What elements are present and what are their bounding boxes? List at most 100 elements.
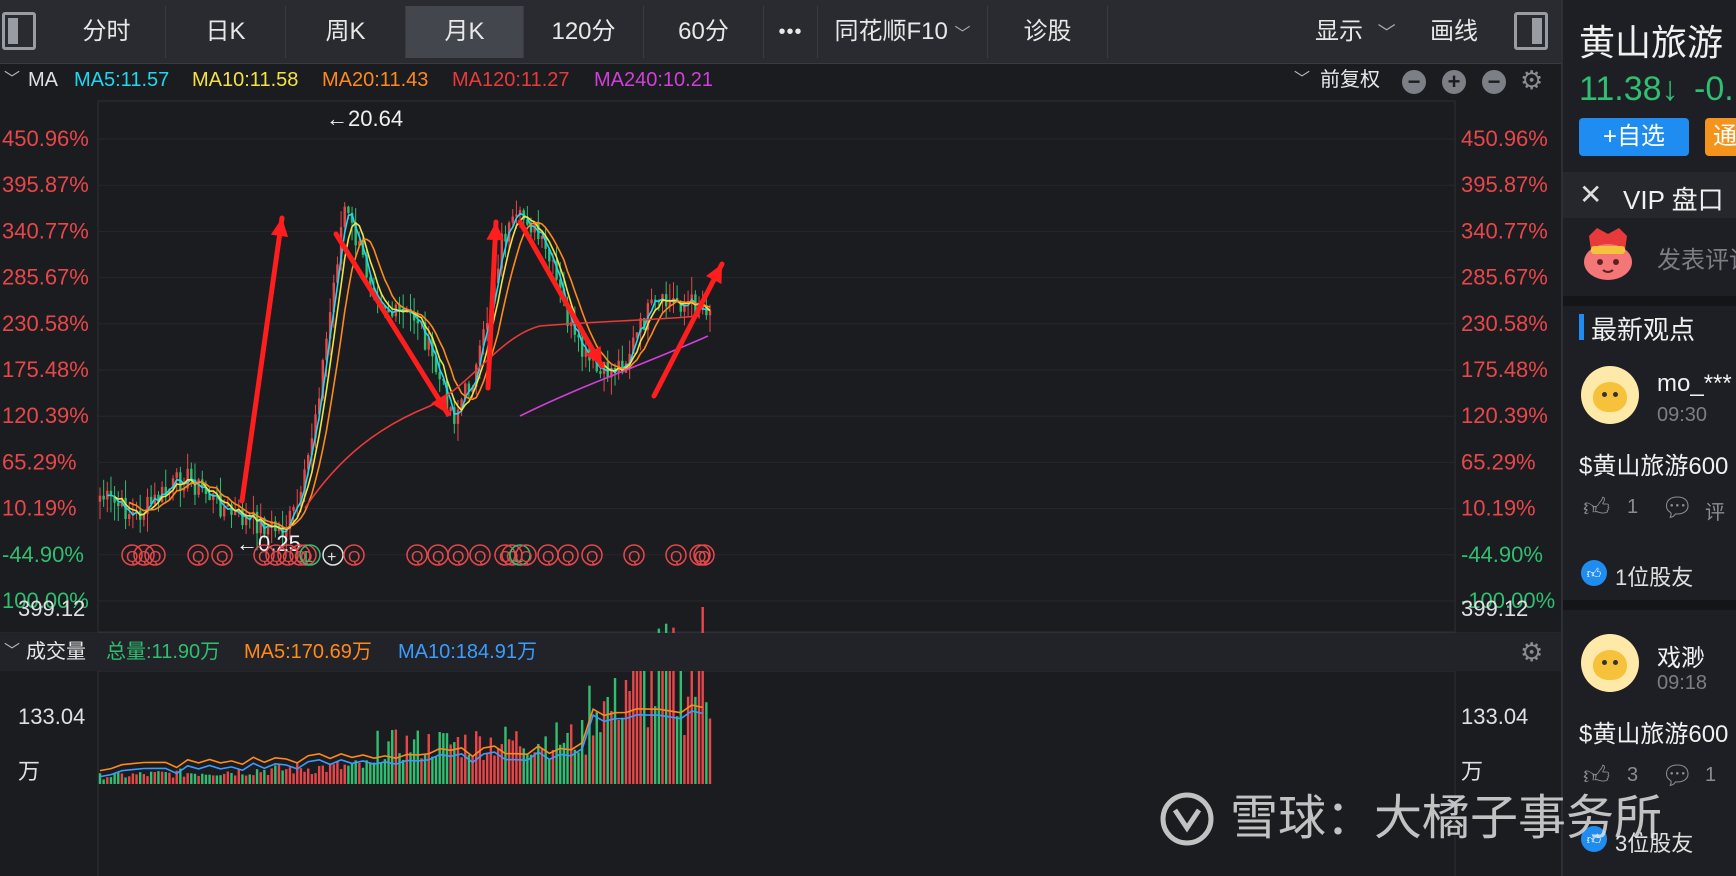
volume-ma5: MA5:170.69万 — [244, 641, 372, 663]
candle-body — [117, 502, 120, 507]
comment-icon[interactable]: 💬︎ — [1661, 492, 1694, 523]
volume-bar — [621, 717, 624, 784]
tab-120min[interactable]: 120分 — [524, 6, 644, 58]
avatar[interactable] — [1581, 366, 1639, 424]
y-tick-label-right: 230.58% — [1461, 311, 1548, 336]
display-dropdown[interactable]: 显示 ﹀ — [1315, 6, 1396, 58]
remove-indicator-icon[interactable]: − — [1482, 70, 1506, 94]
volume-bar — [708, 718, 712, 784]
toggle-left-panel-icon[interactable] — [2, 12, 36, 50]
collapse-chevron-icon[interactable]: ﹀ — [4, 64, 20, 96]
volume-bar — [277, 763, 281, 784]
volume-bar — [705, 702, 708, 784]
volume-bar — [515, 731, 518, 784]
tab-monthly-k[interactable]: 月K — [406, 6, 524, 58]
tab-daily-k[interactable]: 日K — [166, 6, 286, 58]
event-marker-label: Q — [270, 549, 282, 566]
volume-title[interactable]: 成交量 — [26, 633, 86, 671]
volume-bar — [124, 777, 127, 784]
volume-bar — [511, 740, 514, 784]
thumbs-up-icon: 👍︎ — [1581, 560, 1607, 586]
close-icon[interactable]: ✕ — [1579, 178, 1602, 211]
volume-y-tick-right: 399.12 — [1461, 596, 1528, 621]
price-value: 11.38↓ — [1579, 70, 1679, 108]
volume-bar — [650, 652, 653, 784]
volume-bar — [504, 726, 507, 784]
post-username[interactable]: mo_*** — [1657, 370, 1732, 398]
volume-bar — [471, 755, 474, 784]
post-text[interactable]: $黄山旅游600 — [1579, 714, 1728, 749]
diagnose-button[interactable]: 诊股 — [988, 6, 1108, 58]
add-watchlist-button[interactable]: +自选 — [1579, 118, 1689, 156]
post-username[interactable]: 戏渺 — [1657, 638, 1705, 673]
volume-bar — [204, 774, 208, 784]
comment-input[interactable]: 发表评论 — [1657, 240, 1736, 275]
volume-bar — [613, 678, 617, 784]
volume-bar — [350, 762, 354, 784]
volume-bar — [683, 735, 686, 784]
volume-bar — [233, 775, 237, 784]
tong-button[interactable]: 通 — [1705, 118, 1736, 156]
volume-bar — [259, 772, 262, 784]
tab-intraday[interactable]: 分时 — [48, 6, 166, 58]
chart-toolbar: 分时 日K 周K 月K 120分 60分 ••• 同花顺F10 ﹀ 诊股 显示 … — [0, 0, 1561, 64]
collapse-chevron-icon[interactable]: ﹀ — [4, 633, 20, 671]
vip-panel-title: VIP 盘口 — [1623, 185, 1724, 215]
volume-bar — [485, 752, 489, 784]
event-marker-label: Q — [126, 549, 138, 566]
avatar[interactable] — [1581, 634, 1639, 692]
f10-dropdown[interactable]: 同花顺F10 ﹀ — [818, 6, 988, 58]
event-marker-label: Q — [586, 549, 598, 566]
gear-icon[interactable]: ⚙ — [1520, 64, 1543, 96]
adjust-mode-dropdown[interactable]: 前复权 — [1320, 64, 1380, 96]
volume-bar — [255, 769, 259, 784]
event-marker-label: Q — [542, 549, 554, 566]
volume-bar — [157, 771, 160, 784]
volume-bar — [442, 733, 445, 784]
volume-bar — [654, 706, 657, 784]
volume-bar — [453, 742, 456, 784]
chevron-down-icon: ﹀ — [1377, 23, 1396, 43]
candle-body — [175, 472, 178, 479]
event-marker-label: Q — [670, 549, 682, 566]
volume-bar — [588, 685, 591, 784]
volume-bar — [146, 776, 149, 784]
toggle-right-panel-icon[interactable] — [1514, 12, 1548, 50]
volume-bar — [285, 769, 288, 784]
volume-bar — [482, 760, 485, 784]
y-tick-label-left: 65.29% — [2, 449, 77, 474]
event-marker-label: Q — [452, 549, 464, 566]
draw-line-button[interactable]: 画线 — [1430, 6, 1478, 58]
ma10-value: MA10:11.58 — [192, 69, 299, 91]
post-text[interactable]: $黄山旅游600 — [1579, 446, 1728, 481]
high-annotation: ←20.64 — [326, 106, 403, 131]
candle-body — [292, 507, 295, 511]
volume-bar — [266, 774, 270, 784]
post-time: 09:30 — [1657, 404, 1708, 426]
volume-bar — [128, 776, 131, 784]
y-tick-label-left: 230.58% — [2, 311, 89, 336]
zoom-in-icon[interactable]: + — [1442, 70, 1466, 94]
volume-bar — [544, 736, 547, 784]
ma-label[interactable]: MA — [28, 64, 58, 96]
zoom-out-icon[interactable]: − — [1402, 70, 1426, 94]
comment-icon[interactable]: 💬︎ — [1661, 760, 1694, 791]
gear-icon[interactable]: ⚙ — [1520, 633, 1543, 671]
volume-bar — [226, 771, 230, 784]
tab-weekly-k[interactable]: 周K — [286, 6, 406, 58]
candle-body — [102, 495, 105, 500]
tab-60min[interactable]: 60分 — [644, 6, 764, 58]
y-tick-label-left: 395.87% — [2, 172, 89, 197]
volume-bar — [281, 770, 284, 784]
volume-bar — [438, 732, 441, 784]
volume-bar — [321, 765, 325, 784]
volume-y-tick-right: 万 — [1461, 759, 1483, 784]
divider — [1563, 296, 1736, 306]
kline-chart[interactable]: 450.96% 450.96% 395.87% 395.87% 340.77% 340.7… — [0, 96, 1561, 876]
event-marker-label: Q — [216, 549, 228, 566]
volume-bar — [394, 729, 398, 784]
volume-bar — [690, 668, 693, 784]
thumbs-up-icon[interactable]: 👍︎ — [1583, 492, 1610, 523]
watermark-text: 雪球：大橘子事务所 — [1230, 792, 1663, 845]
more-button[interactable]: ••• — [764, 6, 818, 58]
